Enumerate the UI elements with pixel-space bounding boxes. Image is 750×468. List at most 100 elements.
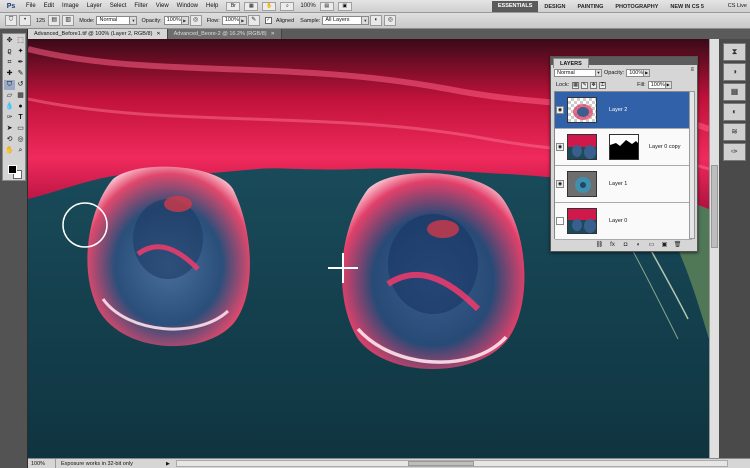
workspace-essentials[interactable]: ESSENTIALS bbox=[491, 1, 539, 12]
adjustment-layer-icon[interactable]: ◐ bbox=[634, 241, 643, 249]
lasso-tool-icon[interactable]: ϱ bbox=[4, 47, 15, 57]
horizontal-scrollbar[interactable] bbox=[175, 460, 728, 467]
menu-select[interactable]: Select bbox=[106, 3, 131, 9]
3d-orbit-tool-icon[interactable]: ◎ bbox=[15, 135, 26, 145]
layer-name[interactable]: Layer 1 bbox=[609, 181, 627, 187]
pressure-opacity-icon[interactable]: ◎ bbox=[189, 15, 202, 26]
layer-row[interactable]: ◉ Layer 0 copy bbox=[555, 129, 692, 166]
vertical-scrollbar-thumb[interactable] bbox=[711, 164, 718, 249]
close-icon[interactable]: ✕ bbox=[271, 29, 275, 39]
dodge-tool-icon[interactable]: ● bbox=[15, 102, 26, 112]
brush-size-value[interactable]: 125 bbox=[36, 18, 45, 24]
blur-tool-icon[interactable]: 💧 bbox=[4, 102, 15, 112]
opacity-field[interactable]: 100% bbox=[163, 16, 182, 25]
eye-icon[interactable]: ◉ bbox=[556, 106, 564, 114]
link-layers-icon[interactable]: ⛓ bbox=[595, 241, 604, 249]
lock-all-icon[interactable]: ⚿ bbox=[599, 81, 607, 89]
workspace-painting[interactable]: PAINTING bbox=[572, 4, 610, 10]
layer-name[interactable]: Layer 0 bbox=[609, 218, 627, 224]
close-icon[interactable]: ✕ bbox=[156, 29, 160, 39]
paths-panel-icon[interactable]: ✑ bbox=[723, 143, 746, 161]
brush-preset-icon[interactable]: • bbox=[19, 15, 31, 26]
bridge-icon[interactable]: Br bbox=[226, 1, 241, 11]
menu-view[interactable]: View bbox=[152, 3, 173, 9]
screen-mode-icon[interactable]: ▣ bbox=[337, 1, 352, 11]
workspace-photography[interactable]: PHOTOGRAPHY bbox=[609, 4, 664, 10]
new-group-icon[interactable]: ▭ bbox=[647, 241, 656, 249]
layer-row[interactable]: ◉ Layer 2 bbox=[555, 92, 692, 129]
menu-layer[interactable]: Layer bbox=[83, 3, 106, 9]
ignore-adjustment-layers-icon[interactable]: ◐ bbox=[370, 15, 383, 26]
blend-mode-select[interactable]: Normal bbox=[554, 69, 596, 77]
eye-icon[interactable]: ◉ bbox=[556, 143, 564, 151]
layers-scrollbar[interactable] bbox=[689, 91, 695, 239]
lock-pixels-icon[interactable]: ✎ bbox=[581, 81, 589, 89]
mode-dropdown-arrow-icon[interactable]: ▼ bbox=[130, 16, 138, 25]
status-zoom[interactable]: 100% bbox=[28, 458, 56, 468]
brush-tool-icon[interactable]: ✎ bbox=[15, 69, 26, 79]
menu-image[interactable]: Image bbox=[58, 3, 83, 9]
document-tab-active[interactable]: Advanced_Before1.tif @ 100% (Layer 2, RG… bbox=[28, 29, 168, 39]
zoom-tool-icon[interactable]: ⌕ bbox=[15, 146, 26, 156]
visibility-toggle[interactable] bbox=[556, 217, 564, 225]
eye-icon[interactable]: ◉ bbox=[556, 180, 564, 188]
vertical-scrollbar[interactable] bbox=[709, 39, 719, 458]
sample-dropdown-arrow-icon[interactable]: ▼ bbox=[362, 16, 370, 25]
quick-selection-tool-icon[interactable]: ✦ bbox=[15, 47, 26, 57]
cs-live-button[interactable]: CS Live bbox=[728, 1, 747, 12]
hand-tool-icon[interactable]: ✋ bbox=[4, 146, 15, 156]
aligned-checkbox[interactable]: ✓ bbox=[264, 17, 272, 24]
swatches-panel-icon[interactable]: ▦ bbox=[723, 83, 746, 101]
mode-select[interactable]: Normal bbox=[96, 16, 131, 25]
layer-style-icon[interactable]: fx bbox=[608, 241, 617, 249]
sample-select[interactable]: All Layers bbox=[322, 16, 363, 25]
pressure-size-icon[interactable]: ◎ bbox=[384, 15, 397, 26]
shape-tool-icon[interactable]: ▭ bbox=[15, 124, 26, 134]
status-menu-arrow-icon[interactable]: ▶ bbox=[166, 461, 170, 467]
layer-name[interactable]: Layer 2 bbox=[609, 107, 627, 113]
menu-filter[interactable]: Filter bbox=[130, 3, 151, 9]
layers-panel-tab[interactable]: LAYERS bbox=[553, 58, 589, 68]
zoom-level[interactable]: 100% bbox=[300, 3, 315, 9]
fill-field[interactable]: 100% bbox=[647, 81, 666, 89]
arrange-icon[interactable]: ▤ bbox=[319, 1, 334, 11]
zoom-icon[interactable]: ⌕ bbox=[280, 1, 295, 11]
healing-brush-tool-icon[interactable]: ✚ bbox=[4, 69, 15, 79]
path-selection-tool-icon[interactable]: ➤ bbox=[4, 124, 15, 134]
flow-slider-arrow-icon[interactable]: ▶ bbox=[239, 16, 247, 25]
history-brush-tool-icon[interactable]: ↺ bbox=[15, 80, 26, 90]
layer-opacity-field[interactable]: 100% bbox=[626, 69, 645, 77]
menu-edit[interactable]: Edit bbox=[40, 3, 58, 9]
clone-source-icon[interactable]: ▥ bbox=[62, 15, 75, 26]
opacity-slider-arrow-icon[interactable]: ▶ bbox=[181, 16, 189, 25]
layer-mask-thumbnail[interactable] bbox=[609, 134, 639, 160]
layer-row[interactable]: Layer 0 bbox=[555, 203, 692, 240]
horizontal-scrollbar-thumb[interactable] bbox=[407, 461, 474, 466]
document-tab[interactable]: Advanced_Beore-2 @ 16.2% (RGB/8) ✕ bbox=[167, 29, 282, 39]
layer-row[interactable]: ◉ Layer 1 bbox=[555, 166, 692, 203]
move-tool-icon[interactable]: ✥ bbox=[4, 36, 15, 46]
channels-panel-icon[interactable]: ≋ bbox=[723, 123, 746, 141]
fill-arrow-icon[interactable]: ▶ bbox=[665, 81, 672, 89]
history-panel-icon[interactable]: ⧗ bbox=[723, 43, 746, 61]
mini-bridge-icon[interactable]: ▦ bbox=[244, 1, 259, 11]
menu-help[interactable]: Help bbox=[202, 3, 222, 9]
pen-tool-icon[interactable]: ✑ bbox=[4, 113, 15, 123]
type-tool-icon[interactable]: T bbox=[15, 113, 26, 123]
add-mask-icon[interactable]: ◘ bbox=[621, 241, 630, 249]
crop-tool-icon[interactable]: ⌗ bbox=[4, 58, 15, 68]
clone-stamp-tool-icon[interactable]: ⛉ bbox=[5, 15, 17, 26]
workspace-new-in-cs5[interactable]: NEW IN CS 5 bbox=[664, 4, 710, 10]
airbrush-icon[interactable]: ✎ bbox=[247, 15, 260, 26]
adjustments-panel-icon[interactable]: ◐ bbox=[723, 103, 746, 121]
lock-position-icon[interactable]: ✥ bbox=[590, 81, 598, 89]
hand-icon[interactable]: ✋ bbox=[262, 1, 277, 11]
flow-field[interactable]: 100% bbox=[221, 16, 240, 25]
eyedropper-tool-icon[interactable]: ✒ bbox=[15, 58, 26, 68]
brush-panel-icon[interactable]: ▤ bbox=[48, 15, 61, 26]
foreground-color-swatch[interactable] bbox=[8, 165, 17, 174]
clone-stamp-tool-icon[interactable]: ⛉ bbox=[4, 80, 15, 90]
gradient-tool-icon[interactable]: ▦ bbox=[15, 91, 26, 101]
marquee-tool-icon[interactable]: ⬚ bbox=[15, 36, 26, 46]
menu-file[interactable]: File bbox=[22, 3, 40, 9]
